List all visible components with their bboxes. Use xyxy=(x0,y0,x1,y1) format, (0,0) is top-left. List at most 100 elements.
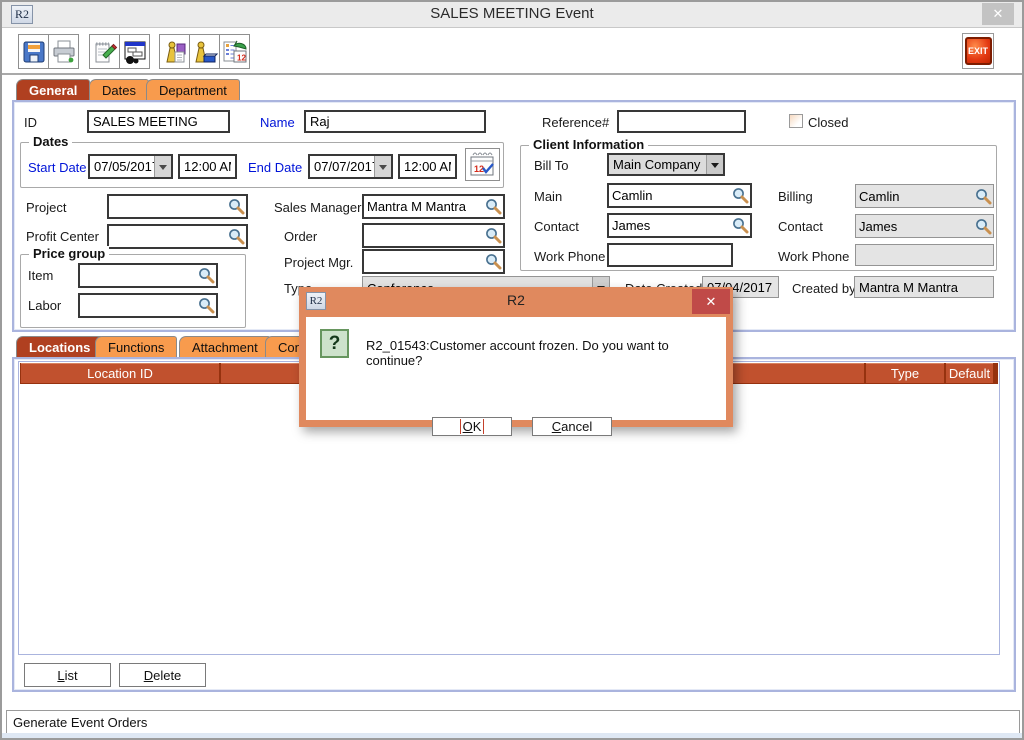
search-icon[interactable] xyxy=(975,188,992,205)
end-date-dropdown-arrow-icon[interactable] xyxy=(374,156,391,177)
reference-label: Reference# xyxy=(542,115,609,130)
id-label: ID xyxy=(24,115,37,130)
project-mgr-field[interactable] xyxy=(362,249,505,274)
client-catalog-icon xyxy=(192,39,218,65)
sales-manager-field[interactable] xyxy=(362,194,505,219)
column-header-type[interactable]: Type xyxy=(866,363,944,383)
end-date-label: End Date xyxy=(248,160,302,175)
calendar-schedule-icon: 12 xyxy=(222,39,248,65)
end-time-input[interactable] xyxy=(398,154,457,179)
delete-button[interactable]: Delete xyxy=(119,663,206,687)
start-date-combo[interactable]: 07/05/2017 xyxy=(88,154,173,179)
exit-button[interactable]: EXIT xyxy=(962,33,994,69)
bill-to-label: Bill To xyxy=(534,158,568,173)
project-input[interactable] xyxy=(109,199,228,214)
tab-general[interactable]: General xyxy=(16,79,90,101)
window-close-button[interactable]: ✕ xyxy=(982,3,1014,25)
search-icon[interactable] xyxy=(198,297,215,314)
sales-manager-input[interactable] xyxy=(364,199,485,214)
tab-department[interactable]: Department xyxy=(146,79,240,101)
window-bottom-edge xyxy=(2,733,1022,738)
form-view-button[interactable] xyxy=(119,34,150,69)
project-label: Project xyxy=(26,200,66,215)
search-icon[interactable] xyxy=(198,267,215,284)
print-button[interactable] xyxy=(48,34,79,69)
created-by-value xyxy=(854,276,994,298)
profit-center-input[interactable] xyxy=(109,229,228,244)
bill-to-dropdown-arrow-icon[interactable] xyxy=(706,155,723,174)
search-icon[interactable] xyxy=(485,227,502,244)
search-icon[interactable] xyxy=(975,218,992,235)
billing-contact-input xyxy=(856,219,975,234)
title-bar: R2 SALES MEETING Event ✕ xyxy=(2,2,1022,28)
column-header-location-id[interactable]: Location ID xyxy=(21,363,219,383)
main-client-input[interactable] xyxy=(609,188,732,203)
project-mgr-label: Project Mgr. xyxy=(284,255,353,270)
search-icon[interactable] xyxy=(228,228,245,245)
column-header-default[interactable]: Default xyxy=(946,363,993,383)
project-mgr-input[interactable] xyxy=(364,254,485,269)
billing-label: Billing xyxy=(778,189,813,204)
start-date-value: 07/05/2017 xyxy=(90,159,154,174)
search-icon[interactable] xyxy=(228,198,245,215)
start-date-dropdown-arrow-icon[interactable] xyxy=(154,156,171,177)
labor-input[interactable] xyxy=(80,298,198,313)
delete-button-label: Delete xyxy=(144,668,182,683)
profit-center-label: Profit Center xyxy=(26,229,99,244)
contact-input[interactable] xyxy=(609,218,732,233)
project-field[interactable] xyxy=(107,194,248,219)
cancel-button[interactable]: Cancel xyxy=(532,417,612,436)
edit-notes-icon xyxy=(92,39,118,65)
billing-work-phone-input xyxy=(855,244,994,266)
price-group-title: Price group xyxy=(29,246,109,261)
profit-center-field[interactable] xyxy=(107,224,248,249)
save-button[interactable] xyxy=(18,34,49,69)
item-field[interactable] xyxy=(78,263,218,288)
end-date-value: 07/07/2017 xyxy=(310,159,374,174)
svg-text:12: 12 xyxy=(237,53,246,62)
name-input[interactable] xyxy=(304,110,486,133)
toolbar: 12 EXIT xyxy=(2,29,1022,75)
billing-client-input xyxy=(856,189,975,204)
reference-input[interactable] xyxy=(617,110,746,133)
calendar-schedule-button[interactable]: 12 xyxy=(219,34,250,69)
start-time-input[interactable] xyxy=(178,154,237,179)
tab-locations[interactable]: Locations xyxy=(16,336,103,358)
order-input[interactable] xyxy=(364,228,485,243)
client-catalog-button[interactable] xyxy=(189,34,220,69)
bill-to-combo[interactable]: Main Company xyxy=(607,153,725,176)
confirm-dialog: R2 R2 ✕ ? R2_01543:Customer account froz… xyxy=(299,287,733,427)
ok-button[interactable]: OK xyxy=(432,417,512,436)
sales-manager-label: Sales Manager xyxy=(274,200,361,215)
item-input[interactable] xyxy=(80,268,198,283)
closed-label: Closed xyxy=(808,115,848,130)
search-icon[interactable] xyxy=(732,217,749,234)
order-field[interactable] xyxy=(362,223,505,248)
labor-field[interactable] xyxy=(78,293,218,318)
contact-label: Contact xyxy=(534,219,579,234)
end-date-combo[interactable]: 07/07/2017 xyxy=(308,154,393,179)
item-label: Item xyxy=(28,268,53,283)
id-input[interactable] xyxy=(87,110,230,133)
confirm-dialog-titlebar: R2 R2 ✕ xyxy=(299,287,733,317)
cancel-button-label: Cancel xyxy=(552,419,592,434)
closed-checkbox[interactable] xyxy=(789,114,803,128)
tab-dates[interactable]: Dates xyxy=(89,79,149,101)
dialog-close-button[interactable]: ✕ xyxy=(692,289,730,314)
bill-to-value: Main Company xyxy=(609,157,706,172)
work-phone-input[interactable] xyxy=(607,243,733,267)
search-icon[interactable] xyxy=(485,198,502,215)
edit-notes-button[interactable] xyxy=(89,34,120,69)
date-range-calendar-button[interactable]: 12 xyxy=(465,148,500,181)
tab-attachment[interactable]: Attachment xyxy=(179,336,271,358)
exit-label: EXIT xyxy=(965,37,992,65)
created-by-label: Created by xyxy=(792,281,856,296)
list-button[interactable]: List xyxy=(24,663,111,687)
client-document-button[interactable] xyxy=(159,34,190,69)
client-document-icon xyxy=(162,39,188,65)
tab-functions[interactable]: Functions xyxy=(95,336,177,358)
search-icon[interactable] xyxy=(732,187,749,204)
main-client-field[interactable] xyxy=(607,183,752,208)
contact-field[interactable] xyxy=(607,213,752,238)
search-icon[interactable] xyxy=(485,253,502,270)
